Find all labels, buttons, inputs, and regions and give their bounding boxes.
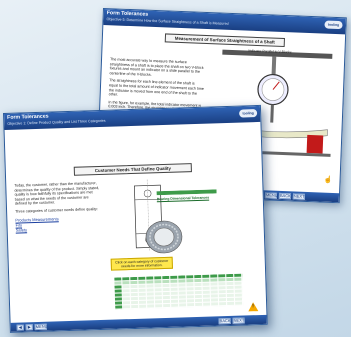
front-next-button[interactable]: NEXT <box>232 317 245 324</box>
warning-icon[interactable]: ! <box>248 302 259 312</box>
back-paragraph-2: The straightness for each line element o… <box>108 78 204 97</box>
back-heading: Measurement of Surface Straightness of a… <box>164 33 285 48</box>
front-title-bar: Form Tolerances Objective 1: Define Prod… <box>4 105 261 130</box>
warning-icon-glyph: ! <box>252 303 254 310</box>
front-prev-button[interactable]: ◀ <box>16 323 24 331</box>
back-logo: tooling <box>324 20 343 30</box>
front-next-arrow-button[interactable]: ▶ <box>25 323 33 330</box>
front-menu-button[interactable]: MENU <box>34 323 48 330</box>
back-title-bar: Form Tolerances Objective 5: Determine H… <box>103 9 346 35</box>
back-menu-button[interactable]: MENU <box>264 191 278 199</box>
front-body: Today, the customer, rather than the man… <box>14 181 101 232</box>
front-logo: tooling <box>239 109 258 118</box>
indicator-stem <box>270 104 274 123</box>
front-paragraph-2: Three categories of customer needs defin… <box>15 207 98 214</box>
v-block-right <box>306 134 324 154</box>
pointer-hand-icon: ☝ <box>323 176 333 184</box>
front-nav-bar: ◀ ▶ MENU BACK NEXT <box>10 314 267 332</box>
front-paragraph-1: Today, the customer, rather than the man… <box>14 181 100 207</box>
front-back-button[interactable]: BACK <box>218 317 231 324</box>
back-next-button[interactable]: NEXT <box>292 192 306 200</box>
info-callout: Click on each category of customer needs… <box>110 256 173 272</box>
back-back-button[interactable]: BACK <box>278 192 292 199</box>
front-heading: Customer Needs That Define Quality <box>73 163 192 176</box>
front-screen: Form Tolerances Objective 1: Define Prod… <box>3 104 268 333</box>
back-paragraph-1: The most accurate way to measure the sur… <box>109 57 204 77</box>
tolerance-table <box>113 273 243 310</box>
